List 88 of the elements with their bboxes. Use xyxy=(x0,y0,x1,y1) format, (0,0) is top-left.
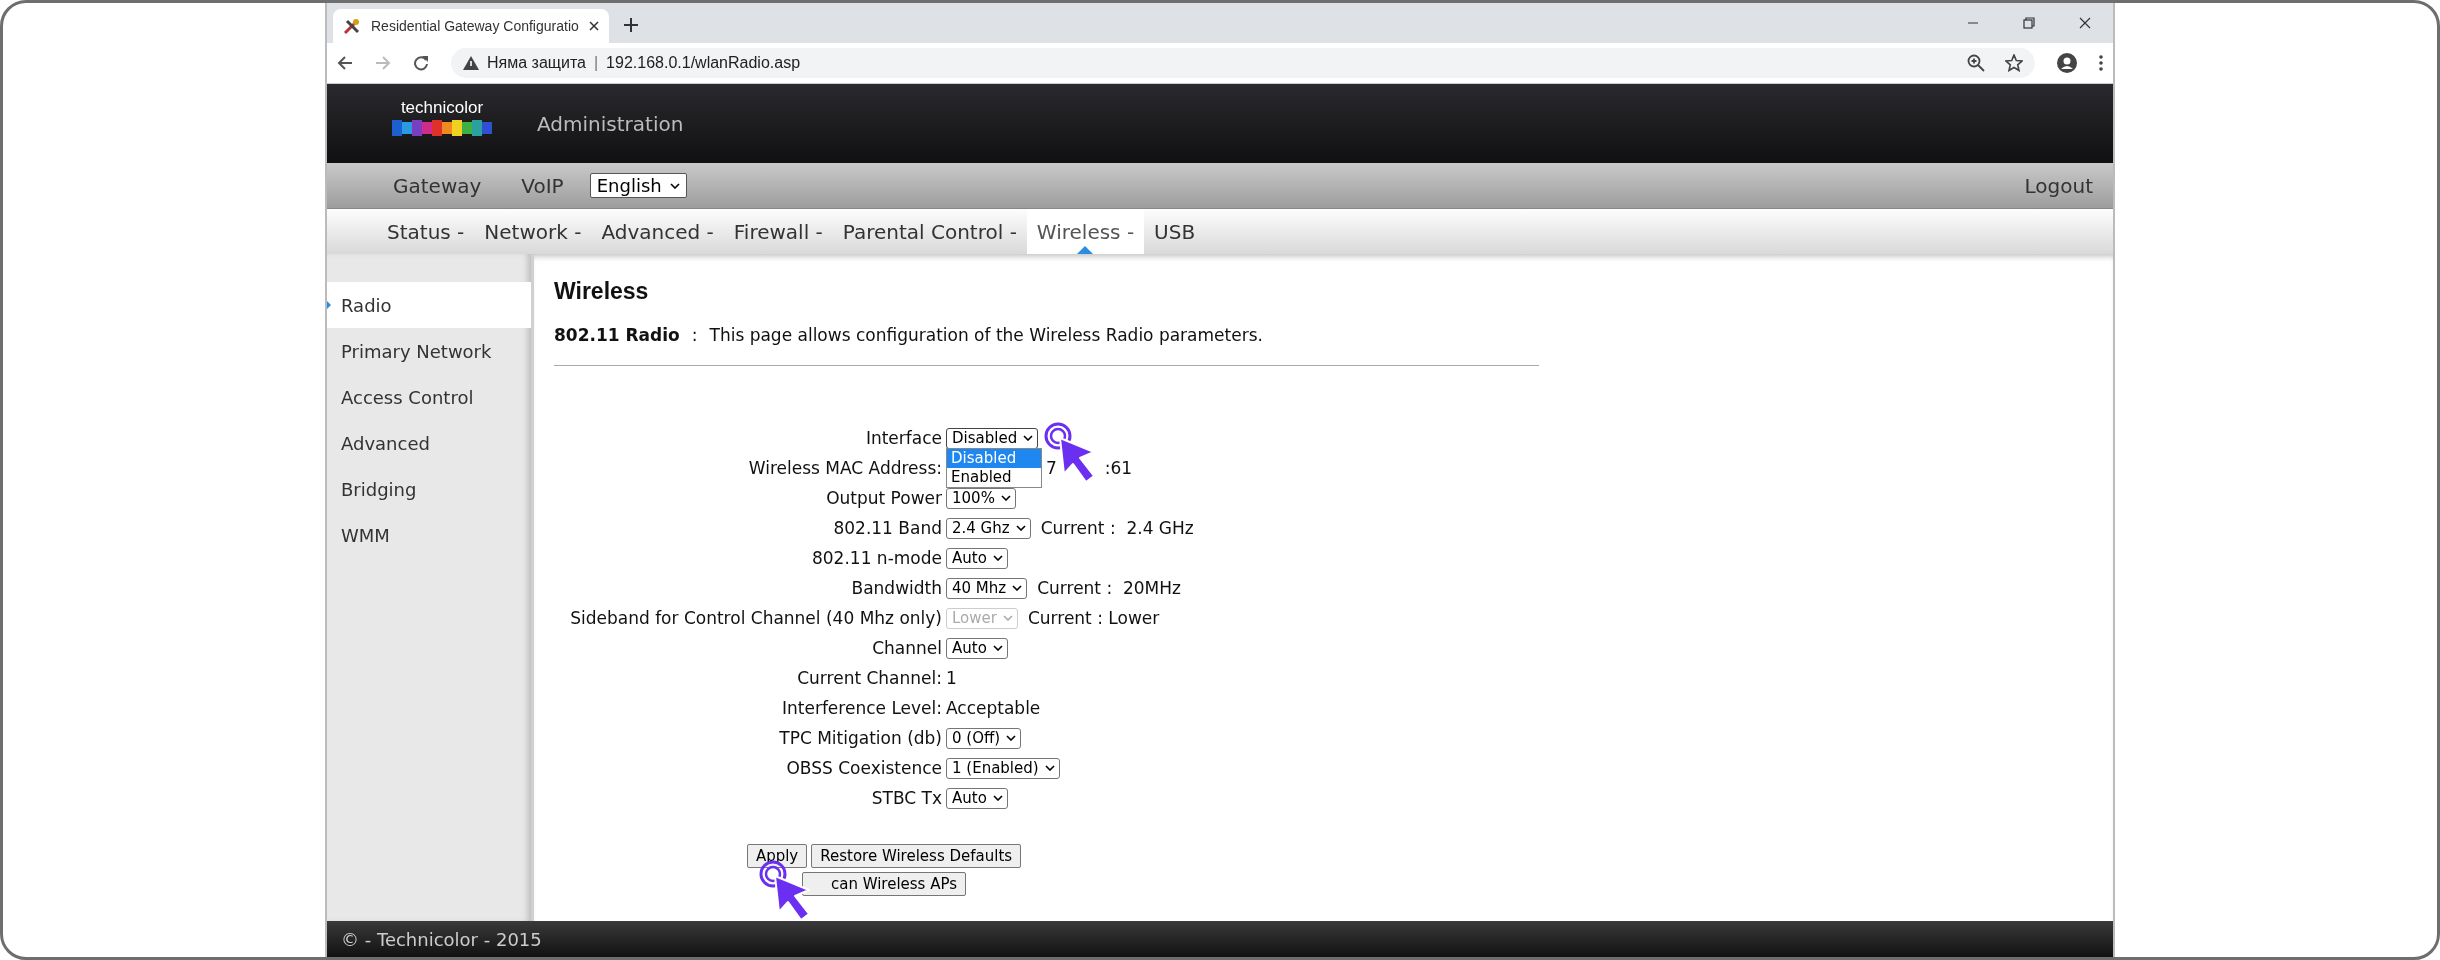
browser-tab[interactable]: Residential Gateway Configuratio xyxy=(333,9,609,43)
section-label: 802.11 Radio xyxy=(554,325,680,345)
restore-icon[interactable] xyxy=(2023,17,2035,29)
chevron-icon xyxy=(1044,765,1055,771)
field-label: Current Channel: xyxy=(796,668,943,688)
tools-icon xyxy=(343,17,361,35)
menu-tab[interactable]: Firewall - xyxy=(723,209,833,254)
chevron-icon xyxy=(1002,615,1013,621)
menu-tab[interactable]: Wireless - xyxy=(1026,209,1145,254)
star-icon[interactable] xyxy=(2005,54,2023,72)
form-button[interactable]: Apply xyxy=(746,844,808,868)
menu-tab[interactable]: Advanced - xyxy=(591,209,724,254)
field-value: :61 xyxy=(1104,458,1133,478)
sidebar-item[interactable]: Primary Network xyxy=(327,328,531,374)
description-text: This page allows configuration of the Wireless Radio parameters. xyxy=(709,325,1263,345)
separator-text: | xyxy=(593,54,599,72)
field-label: Interface xyxy=(864,428,943,448)
field-label: STBC Tx xyxy=(870,788,943,808)
logout-link[interactable]: Logout xyxy=(2024,173,2093,198)
dropdown-option[interactable]: Enabled xyxy=(947,467,1041,487)
new-tab-icon[interactable] xyxy=(623,17,639,33)
close-icon[interactable] xyxy=(2079,17,2091,29)
tab-title: Residential Gateway Configuratio xyxy=(371,18,579,34)
sidebar-item[interactable]: Radio xyxy=(327,282,531,328)
close-icon[interactable] xyxy=(589,21,599,31)
back-icon[interactable] xyxy=(337,55,353,71)
rainbow-logo-icon xyxy=(392,119,492,136)
field-label: OBSS Coexistence xyxy=(785,758,943,778)
language-dropdown[interactable]: English xyxy=(589,173,687,198)
field-label: Interference Level: xyxy=(781,698,943,718)
status-text: Current : 2.4 GHz xyxy=(1040,518,1194,538)
footer-text: © - Technicolor - 2015 xyxy=(327,921,2113,957)
field-label: TPC Mitigation (db) xyxy=(778,728,943,748)
field-label: Wireless MAC Address: xyxy=(747,458,943,478)
chevron-icon xyxy=(1015,525,1026,531)
zoom-icon[interactable] xyxy=(1967,54,1985,72)
dropdown[interactable]: Auto xyxy=(946,637,1008,659)
field-label: 802.11 Band xyxy=(832,518,943,538)
field-label: 802.11 n-mode xyxy=(811,548,943,568)
field-label: Bandwidth xyxy=(850,578,943,598)
chevron-icon xyxy=(1023,435,1034,441)
logo-text: technicolor xyxy=(400,97,484,118)
nav-link[interactable]: VoIP xyxy=(521,173,564,198)
chevron-icon xyxy=(1006,735,1017,741)
status-text: Current : Lower xyxy=(1027,608,1160,628)
sidebar-item[interactable]: Advanced xyxy=(327,420,531,466)
dropdown[interactable]: 2.4 Ghz xyxy=(946,517,1031,539)
menu-tab[interactable]: Status - xyxy=(377,209,475,254)
field-label: Channel xyxy=(871,638,943,658)
sidebar-item[interactable]: Bridging xyxy=(327,466,531,512)
dropdown[interactable]: Auto xyxy=(946,547,1008,569)
chevron-icon xyxy=(669,182,680,189)
field-label: Sideband for Control Channel (40 Mhz only) xyxy=(569,608,943,628)
sidebar-item[interactable]: WMM xyxy=(327,512,531,558)
dropdown[interactable]: 0 (Off) xyxy=(946,727,1022,749)
profile-icon[interactable] xyxy=(2057,53,2077,73)
separator-text: : xyxy=(691,325,698,345)
field-value: 7 xyxy=(1046,458,1057,478)
field-value: 1 xyxy=(946,668,957,688)
reload-icon[interactable] xyxy=(413,55,429,71)
menu-tab[interactable]: Network - xyxy=(474,209,592,254)
address-field[interactable]: Няма защита | 192.168.0.1/wlanRadio.asp xyxy=(451,48,2035,78)
chevron-icon xyxy=(1012,585,1023,591)
warning-icon xyxy=(463,56,479,70)
page-title: Wireless xyxy=(554,278,650,305)
dropdown[interactable]: Auto xyxy=(946,787,1008,809)
chevron-icon xyxy=(992,645,1003,651)
form-button[interactable]: Restore Wireless Defaults xyxy=(811,844,1022,868)
form-button[interactable]: can Wireless APs xyxy=(801,872,967,896)
status-text: Current : 20MHz xyxy=(1037,578,1181,598)
nav-link[interactable]: Gateway xyxy=(393,173,482,198)
header-title: Administration xyxy=(537,111,684,136)
chevron-icon xyxy=(992,555,1003,561)
dropdown[interactable]: 40 Mhz xyxy=(946,577,1028,599)
dropdown-option[interactable]: Disabled xyxy=(947,448,1041,468)
dropdown[interactable]: Disabled xyxy=(946,427,1039,449)
chevron-icon xyxy=(992,795,1003,801)
dropdown[interactable]: 1 (Enabled) xyxy=(946,757,1060,779)
chevron-icon xyxy=(1000,495,1011,501)
field-value: Acceptable xyxy=(946,698,1041,718)
url-text: 192.168.0.1/wlanRadio.asp xyxy=(606,54,801,72)
security-warning: Няма защита xyxy=(487,54,586,72)
menu-icon[interactable] xyxy=(2099,55,2103,71)
menu-tab[interactable]: USB xyxy=(1144,209,1206,254)
field-label: Output Power xyxy=(825,488,943,508)
dropdown[interactable]: 100% xyxy=(946,487,1016,509)
sidebar-item[interactable]: Access Control xyxy=(327,374,531,420)
menu-tab[interactable]: Parental Control - xyxy=(832,209,1027,254)
